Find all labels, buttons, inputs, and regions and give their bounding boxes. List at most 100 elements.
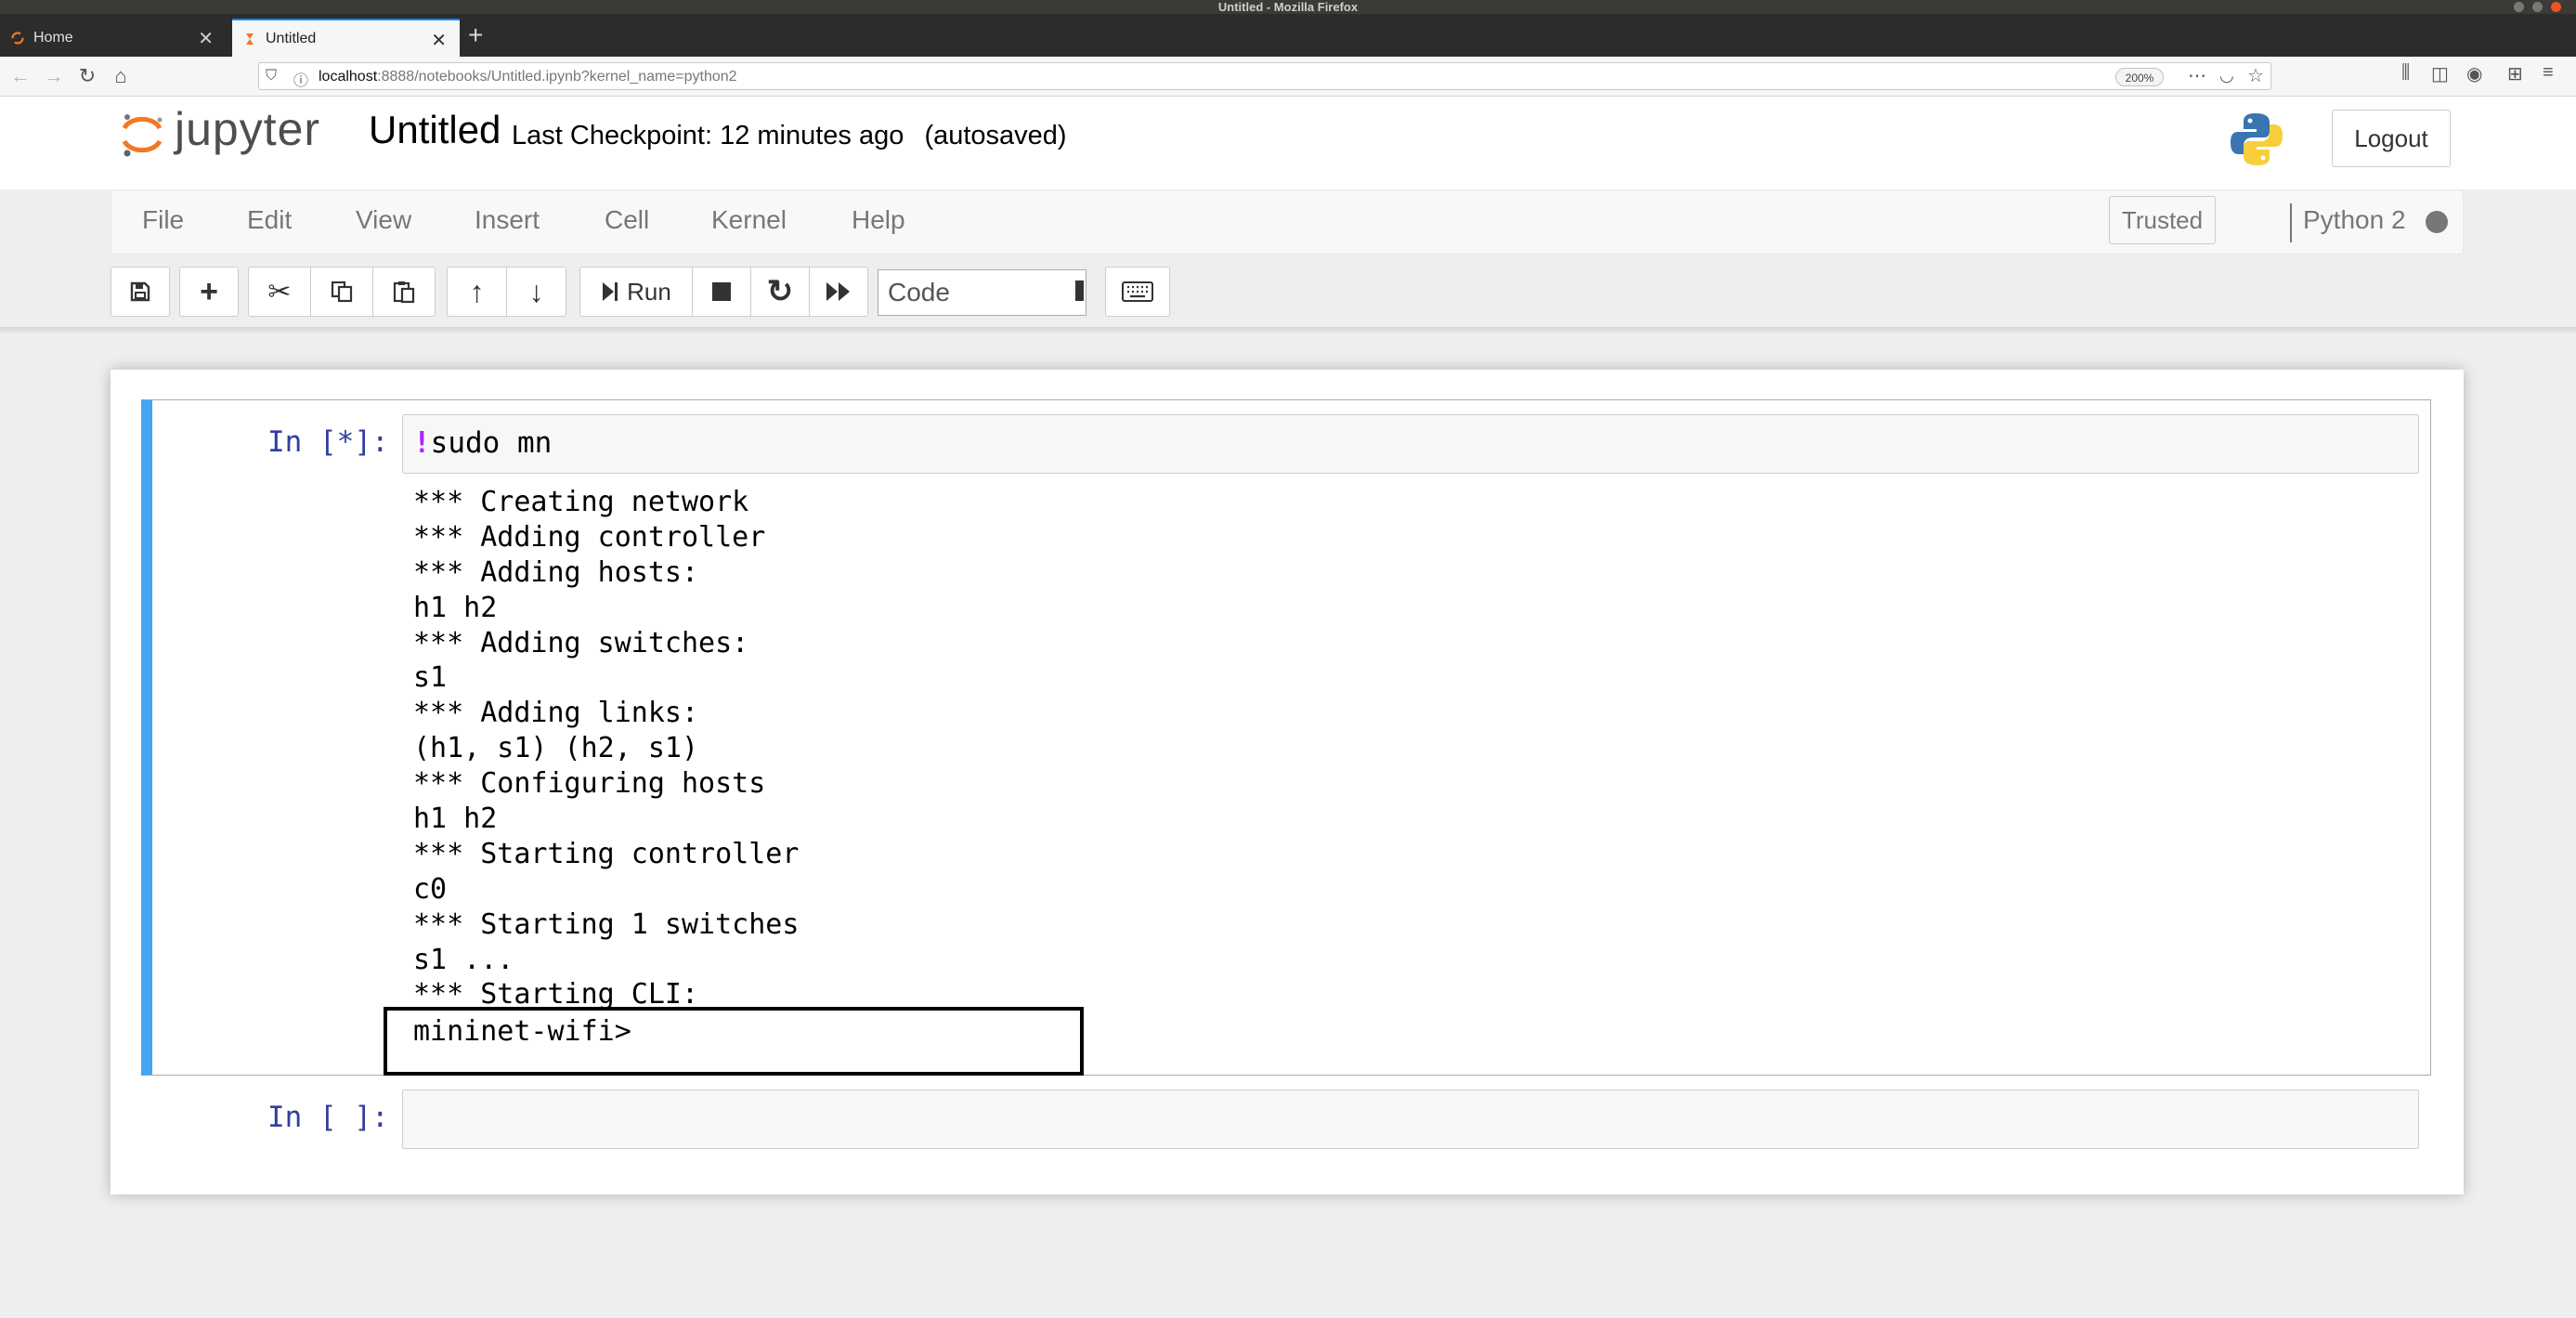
checkpoint-status: Last Checkpoint: 12 minutes ago (autosav… <box>512 121 1067 151</box>
zoom-level-badge[interactable]: 200% <box>2115 68 2164 86</box>
output-line: *** Adding links: <box>413 697 699 730</box>
window-title: Untitled - Mozilla Firefox <box>1217 0 1359 14</box>
toolbar-shadow <box>0 327 2576 334</box>
menu-cell[interactable]: Cell <box>605 205 649 235</box>
back-icon[interactable]: ← <box>6 61 35 91</box>
hourglass-icon <box>246 33 254 45</box>
paste-icon <box>393 281 415 304</box>
maximize-window-button[interactable] <box>2532 2 2543 12</box>
tab-untitled[interactable]: Untitled ✕ <box>232 19 460 57</box>
scissors-icon: ✂ <box>267 276 292 307</box>
output-line: h1 h2 <box>413 803 498 836</box>
site-info-icon[interactable]: ⓘ <box>293 68 308 90</box>
url-text[interactable]: localhost:8888/notebooks/Untitled.ipynb?… <box>319 69 737 85</box>
interrupt-kernel-button[interactable] <box>692 267 751 317</box>
copy-icon <box>331 281 353 303</box>
save-button[interactable] <box>111 267 170 317</box>
arrow-up-icon: ↑ <box>469 274 485 308</box>
output-line: *** Creating network <box>413 486 749 518</box>
menu-edit[interactable]: Edit <box>247 205 292 235</box>
jupyter-favicon-icon <box>11 31 24 45</box>
kernel-name[interactable]: Python 2 <box>2303 205 2406 235</box>
trusted-notebook-indicator[interactable]: Trusted <box>2109 196 2216 244</box>
account-icon[interactable]: ◉ <box>2466 62 2482 85</box>
save-icon <box>130 281 150 302</box>
mininet-cli-prompt: mininet-wifi> <box>413 1015 631 1048</box>
output-line: *** Configuring hosts <box>413 767 766 801</box>
stop-icon <box>712 282 731 301</box>
run-button[interactable]: Run <box>579 267 693 317</box>
output-line: *** Adding controller <box>413 520 766 554</box>
chevron-down-icon <box>1075 281 1084 301</box>
cell-input-prompt: In [*]: <box>267 425 389 459</box>
new-tab-icon[interactable]: + <box>468 20 483 50</box>
code-text: sudo mn <box>430 426 553 460</box>
plus-icon: + <box>200 273 218 309</box>
refresh-icon: ↻ <box>766 274 794 309</box>
forward-icon[interactable]: → <box>39 61 69 91</box>
command-palette-button[interactable] <box>1105 267 1170 317</box>
menu-file[interactable]: File <box>142 205 184 235</box>
menu-view[interactable]: View <box>356 205 411 235</box>
tab-home[interactable]: Home ✕ <box>0 19 227 57</box>
tab-label: Untitled <box>266 30 317 46</box>
autosave-status: (autosaved) <box>924 121 1067 150</box>
menu-icon[interactable]: ≡ <box>2543 62 2554 84</box>
extensions-icon[interactable]: ⊞ <box>2507 62 2523 85</box>
notebook-title[interactable]: Untitled <box>369 108 501 152</box>
code-input-area-empty[interactable] <box>402 1090 2419 1149</box>
tab-label: Home <box>33 29 73 46</box>
restart-kernel-button[interactable]: ↻ <box>750 267 810 317</box>
copy-button[interactable] <box>310 267 373 317</box>
keyboard-icon <box>1122 281 1153 302</box>
output-line: (h1, s1) (h2, s1) <box>413 732 699 765</box>
paste-button[interactable] <box>372 267 436 317</box>
output-line: *** Adding switches: <box>413 626 749 659</box>
run-label: Run <box>627 277 671 306</box>
page-actions-icon[interactable]: ⋯ <box>2188 64 2206 87</box>
menu-kernel[interactable]: Kernel <box>711 205 787 235</box>
output-line: *** Starting controller <box>413 837 800 870</box>
kernel-separator <box>2290 203 2292 242</box>
url-path: :8888/notebooks/Untitled.ipynb?kernel_na… <box>377 69 737 85</box>
reload-icon[interactable]: ↻ <box>72 61 102 91</box>
cell-type-select[interactable]: Code <box>878 269 1086 316</box>
insert-cell-button[interactable]: + <box>179 267 239 317</box>
restart-run-all-button[interactable] <box>809 267 868 317</box>
cut-button[interactable]: ✂ <box>248 267 311 317</box>
logout-button[interactable]: Logout <box>2332 110 2451 167</box>
menu-insert[interactable]: Insert <box>475 205 540 235</box>
last-checkpoint-text: Last Checkpoint: 12 minutes ago <box>512 121 904 150</box>
move-cell-up-button[interactable]: ↑ <box>447 267 507 317</box>
output-line: c0 <box>413 872 448 906</box>
output-line: *** Adding hosts: <box>413 555 699 589</box>
step-forward-icon <box>603 282 618 301</box>
output-line: *** Starting 1 switches <box>413 907 800 941</box>
move-cell-down-button[interactable]: ↓ <box>506 267 566 317</box>
bookmark-star-icon[interactable]: ☆ <box>2247 64 2264 87</box>
menu-help[interactable]: Help <box>852 205 905 235</box>
home-icon[interactable]: ⌂ <box>106 61 136 91</box>
jupyter-logo-text[interactable]: jupyter <box>175 102 320 156</box>
sidebar-icon[interactable]: ◫ <box>2431 62 2449 85</box>
tab-close-icon[interactable]: ✕ <box>198 27 214 50</box>
output-line: s1 <box>413 661 448 695</box>
code-input-area[interactable] <box>402 414 2419 474</box>
close-window-button[interactable] <box>2551 2 2561 12</box>
url-host: localhost <box>319 69 378 85</box>
arrow-down-icon: ↓ <box>528 274 544 308</box>
tab-close-icon[interactable]: ✕ <box>431 29 447 52</box>
python-logo-icon <box>2231 113 2283 165</box>
output-line: h1 h2 <box>413 591 498 624</box>
code-line[interactable]: !sudo mn <box>413 426 552 460</box>
minimize-window-button[interactable] <box>2514 2 2524 12</box>
pocket-icon[interactable]: ◡ <box>2219 66 2234 85</box>
fast-forward-icon <box>826 282 850 301</box>
library-icon[interactable]: ⫼ <box>2401 62 2410 84</box>
output-line: s1 ... <box>413 943 514 976</box>
shell-bang: ! <box>413 426 431 460</box>
jupyter-logo-icon[interactable] <box>119 111 165 158</box>
tracking-shield-icon[interactable]: ⛉ <box>266 68 277 85</box>
kernel-busy-indicator-icon <box>2426 211 2448 233</box>
cell-input-prompt: In [ ]: <box>267 1101 389 1134</box>
